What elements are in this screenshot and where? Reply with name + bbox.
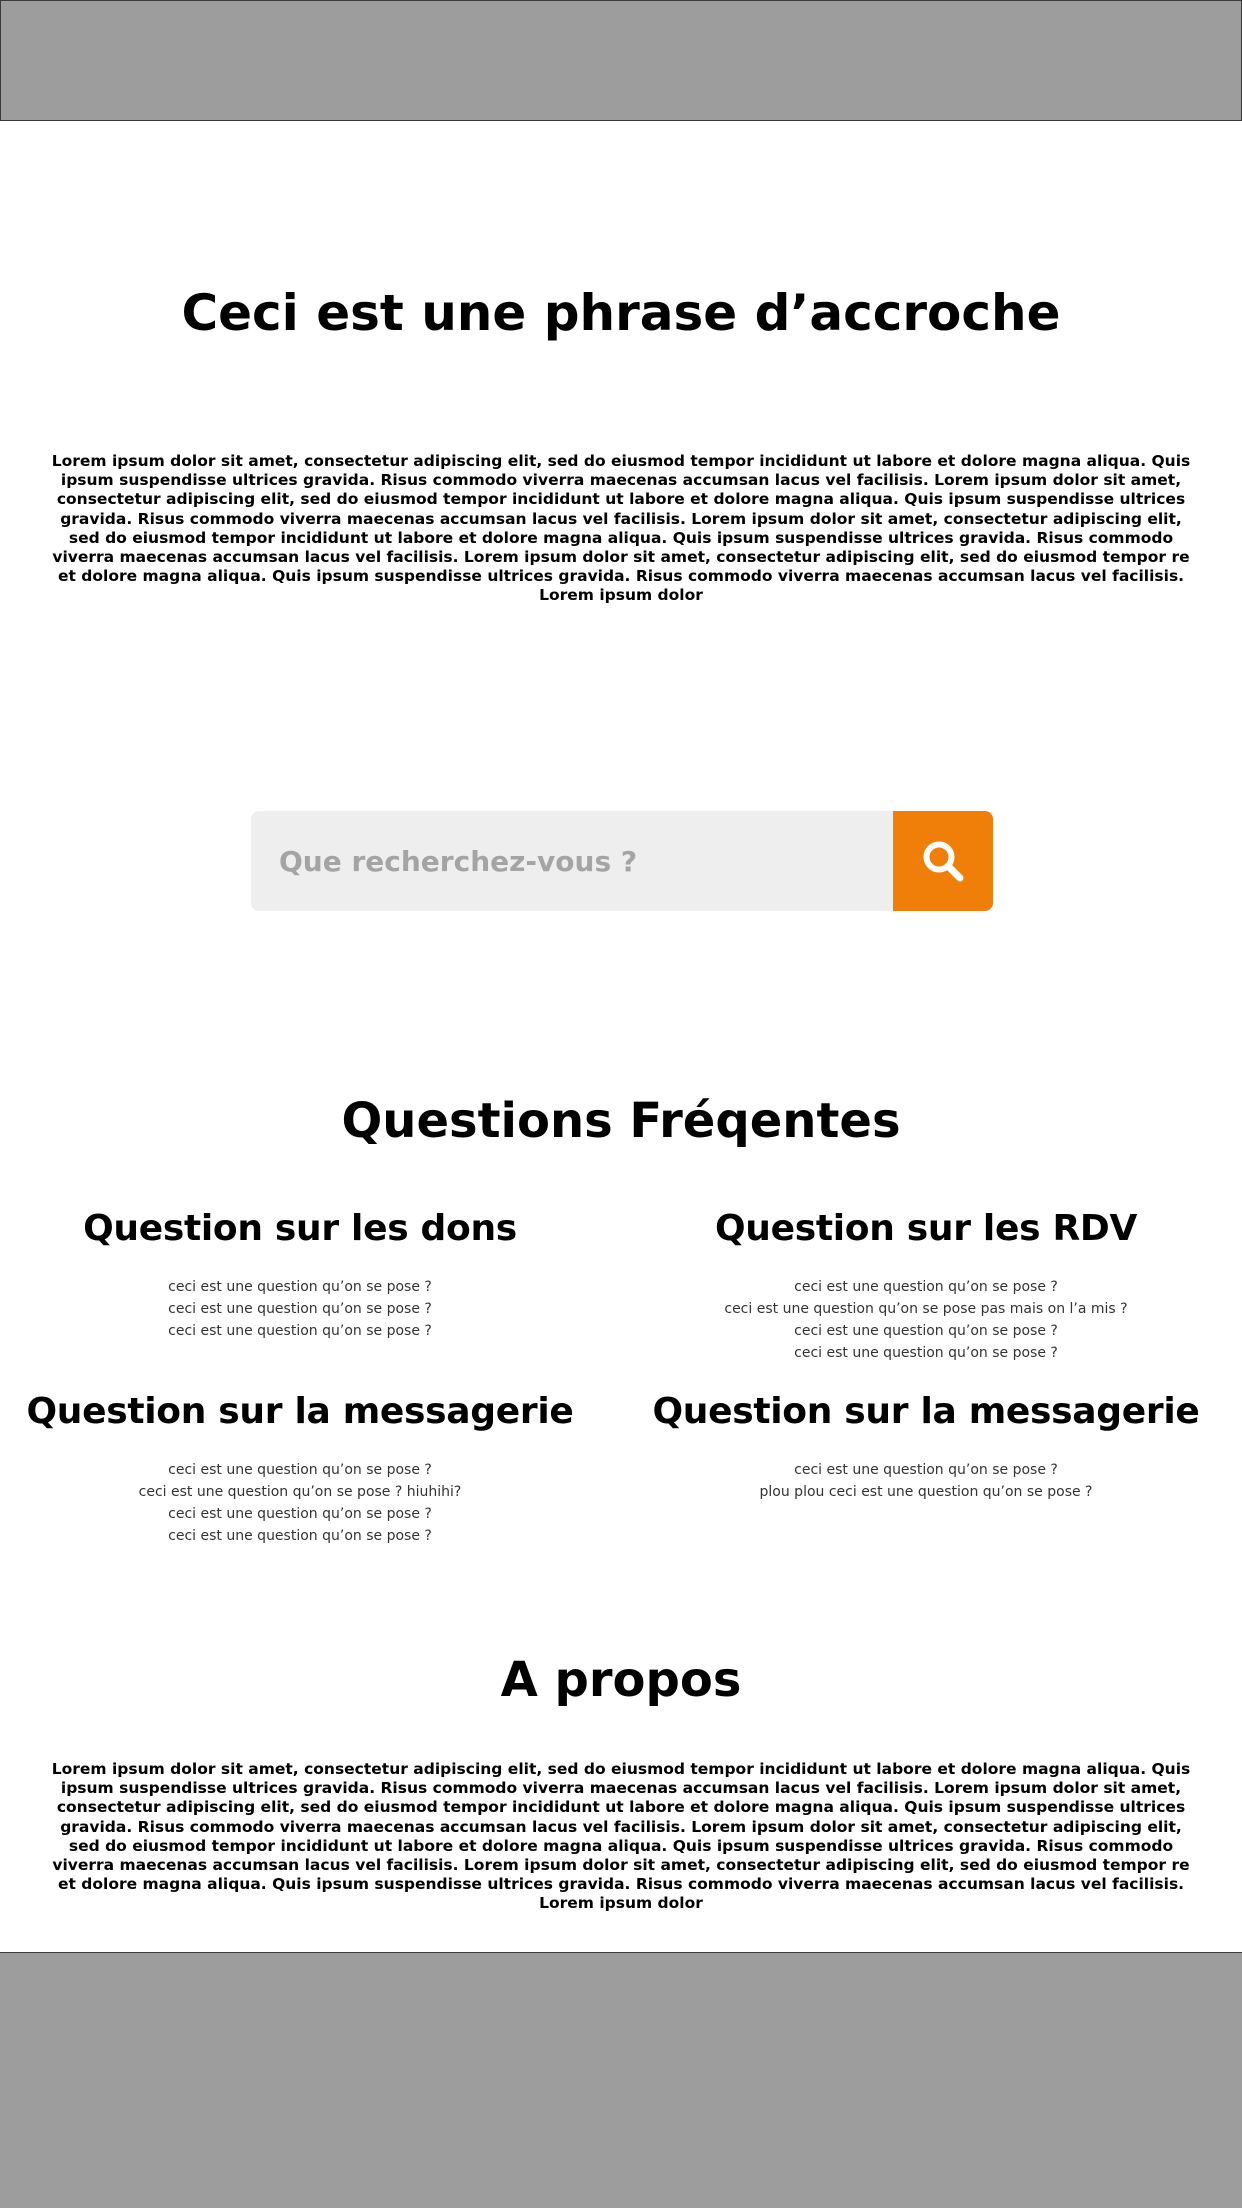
faq-question-link[interactable]: ceci est une question qu’on se pose ? (0, 1320, 600, 1342)
search-button[interactable] (893, 811, 993, 911)
search-input[interactable] (251, 811, 893, 911)
faq-question-list: ceci est une question qu’on se pose ? ce… (0, 1276, 600, 1342)
faq-question-link[interactable]: ceci est une question qu’on se pose ? (621, 1276, 1231, 1298)
faq-group-title: Question sur les RDV (714, 1208, 1138, 1249)
faq-group-dons: Question sur les dons ceci est une quest… (0, 1204, 600, 1342)
search-icon (923, 841, 964, 882)
faq-question-link[interactable]: ceci est une question qu’on se pose ? hi… (0, 1481, 600, 1503)
faq-group-messagerie-left: Question sur la messagerie ceci est une … (0, 1387, 600, 1547)
faq-group-messagerie-right: Question sur la messagerie ceci est une … (621, 1387, 1231, 1503)
faq-question-list: ceci est une question qu’on se pose ? ce… (621, 1276, 1231, 1364)
faq-title: Questions Fréqentes (341, 1093, 901, 1149)
faq-group-title: Question sur la messagerie (652, 1391, 1200, 1432)
about-title: A propos (500, 1652, 742, 1708)
header-placeholder (0, 0, 1242, 121)
intro-text: Lorem ipsum dolor sit amet, consectetur … (51, 452, 1191, 605)
faq-question-link[interactable]: ceci est une question qu’on se pose pas … (621, 1298, 1231, 1320)
faq-group-rdv: Question sur les RDV ceci est une questi… (621, 1204, 1231, 1364)
faq-question-link[interactable]: ceci est une question qu’on se pose ? (621, 1342, 1231, 1364)
about-text: Lorem ipsum dolor sit amet, consectetur … (51, 1760, 1191, 1913)
faq-question-link[interactable]: ceci est une question qu’on se pose ? (621, 1459, 1231, 1481)
faq-group-title: Question sur les dons (83, 1208, 517, 1249)
faq-question-link[interactable]: ceci est une question qu’on se pose ? (0, 1525, 600, 1547)
faq-question-link[interactable]: ceci est une question qu’on se pose ? (0, 1276, 600, 1298)
faq-question-link[interactable]: plou plou ceci est une question qu’on se… (621, 1481, 1231, 1503)
faq-question-link[interactable]: ceci est une question qu’on se pose ? (621, 1320, 1231, 1342)
hero-title: Ceci est une phrase d’accroche (181, 284, 1061, 342)
faq-question-link[interactable]: ceci est une question qu’on se pose ? (0, 1459, 600, 1481)
footer-placeholder (0, 1952, 1242, 2208)
search-bar (251, 811, 993, 911)
faq-question-link[interactable]: ceci est une question qu’on se pose ? (0, 1298, 600, 1320)
faq-question-list: ceci est une question qu’on se pose ? pl… (621, 1459, 1231, 1503)
faq-question-list: ceci est une question qu’on se pose ? ce… (0, 1459, 600, 1547)
faq-group-title: Question sur la messagerie (26, 1391, 574, 1432)
faq-question-link[interactable]: ceci est une question qu’on se pose ? (0, 1503, 600, 1525)
